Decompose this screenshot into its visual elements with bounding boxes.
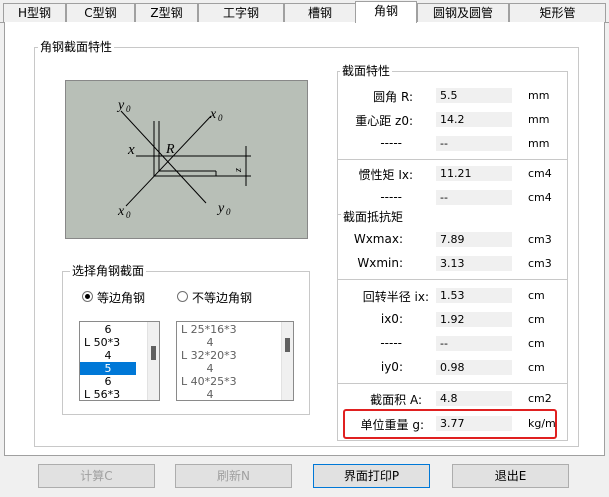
r-label: 圆角 R: — [373, 90, 413, 104]
wxmin-label: Wxmin: — [357, 256, 403, 270]
z0-value: 14.2 — [436, 112, 512, 127]
svg-text:0: 0 — [218, 113, 223, 123]
exit-button[interactable]: 退出E — [452, 464, 569, 488]
equal-list-scrollbar[interactable] — [147, 322, 159, 400]
rix0-value: 1.92 — [436, 312, 512, 327]
list-item[interactable]: 4 — [177, 362, 243, 375]
riy0-value: 0.98 — [436, 360, 512, 375]
tab-round-steel[interactable]: 圆钢及圆管 — [417, 3, 509, 22]
riy0-unit: cm — [528, 361, 545, 374]
wxmax-label: Wxmax: — [353, 232, 403, 246]
ix-value: 11.21 — [436, 166, 512, 181]
select-section-title: 选择角钢截面 — [70, 264, 147, 278]
unequal-angle-radio[interactable] — [177, 291, 188, 302]
blank2-unit: cm4 — [528, 191, 552, 204]
tab-c-steel[interactable]: C型钢 — [66, 3, 135, 22]
equal-angle-list[interactable]: 6 L 50*3 4 5 6 L 56*3 — [79, 321, 160, 401]
list-item[interactable]: L 32*20*3 — [177, 349, 293, 362]
z0-unit: mm — [528, 113, 550, 126]
z0-label: z — [233, 168, 244, 173]
x-axis-label: x — [127, 142, 135, 158]
x0-bottom-label: x — [117, 204, 125, 219]
blank1-label: ----- — [380, 136, 402, 150]
separator — [338, 383, 567, 384]
rix-value: 1.53 — [436, 288, 512, 303]
list-item[interactable]: 4 — [177, 388, 243, 400]
list-item[interactable]: 4 — [80, 349, 136, 362]
tab-i-beam[interactable]: 工字钢 — [198, 3, 284, 22]
section-group-title: 角钢截面特性 — [38, 40, 115, 54]
equal-angle-radio[interactable] — [82, 291, 93, 302]
blank3-value: -- — [436, 336, 512, 351]
unequal-angle-list[interactable]: L 25*16*3 4 L 32*20*3 4 L 40*25*3 4 — [176, 321, 294, 401]
wxmax-unit: cm3 — [528, 233, 552, 246]
y0-bottom-label: y — [216, 201, 225, 216]
rix0-label: ix0: — [380, 312, 403, 326]
list-item[interactable]: 4 — [177, 336, 243, 349]
unequal-list-scrollbar[interactable] — [281, 322, 293, 400]
wxmin-value: 3.13 — [436, 256, 512, 271]
riy0-label: iy0: — [380, 360, 403, 374]
area-unit: cm2 — [528, 392, 552, 405]
unequal-angle-label[interactable]: 不等边角钢 — [192, 289, 252, 306]
ix-unit: cm4 — [528, 167, 552, 180]
r-value: 5.5 — [436, 88, 512, 103]
z0-label: 重心距 z0: — [355, 114, 413, 128]
angle-diagram-svg: y 0 x 0 x R z x 0 y 0 — [116, 98, 251, 220]
ix-label: 惯性矩 Ix: — [358, 168, 414, 182]
blank2-label: ----- — [380, 190, 402, 204]
area-value: 4.8 — [436, 391, 512, 406]
tab-h-steel[interactable]: H型钢 — [3, 3, 66, 22]
y0-top-label: y — [116, 98, 125, 113]
angle-section-diagram: y 0 x 0 x R z x 0 y 0 — [65, 80, 308, 239]
r-unit: mm — [528, 89, 550, 102]
blank1-value: -- — [436, 136, 512, 151]
equal-angle-label[interactable]: 等边角钢 — [97, 289, 145, 306]
tab-z-steel[interactable]: Z型钢 — [135, 3, 198, 22]
tab-rect-tube[interactable]: 矩形管 — [509, 3, 606, 22]
separator — [338, 159, 567, 160]
calc-button[interactable]: 计算C — [38, 464, 155, 488]
rix-unit: cm — [528, 289, 545, 302]
blank3-unit: cm — [528, 337, 545, 350]
svg-text:0: 0 — [126, 104, 131, 114]
w-title: 截面抵抗矩 — [343, 208, 404, 225]
area-label: 截面积 A: — [370, 393, 422, 407]
weight-highlight-box — [343, 409, 557, 439]
refresh-button[interactable]: 刷新N — [175, 464, 292, 488]
list-item[interactable]: L 40*25*3 — [177, 375, 293, 388]
props-title: 截面特性 — [340, 64, 393, 78]
rix0-unit: cm — [528, 313, 545, 326]
x0-top-label: x — [209, 107, 217, 122]
wxmax-value: 7.89 — [436, 232, 512, 247]
tab-angle-steel[interactable]: 角钢 — [355, 1, 417, 23]
list-item-selected[interactable]: 5 — [80, 362, 136, 375]
list-item[interactable]: L 25*16*3 — [177, 323, 293, 336]
wxmin-unit: cm3 — [528, 257, 552, 270]
tab-channel[interactable]: 槽钢 — [284, 3, 356, 22]
blank1-unit: mm — [528, 137, 550, 150]
print-button[interactable]: 界面打印P — [313, 464, 430, 488]
separator — [338, 279, 567, 280]
list-item[interactable]: 6 — [80, 323, 136, 336]
list-item[interactable]: 6 — [80, 375, 136, 388]
blank2-value: -- — [436, 190, 512, 205]
separator — [338, 214, 341, 215]
svg-text:0: 0 — [126, 210, 131, 220]
blank3-label: ----- — [380, 336, 402, 350]
radius-label: R — [165, 142, 175, 157]
svg-text:0: 0 — [226, 207, 231, 217]
rix-label: 回转半径 ix: — [362, 290, 429, 304]
